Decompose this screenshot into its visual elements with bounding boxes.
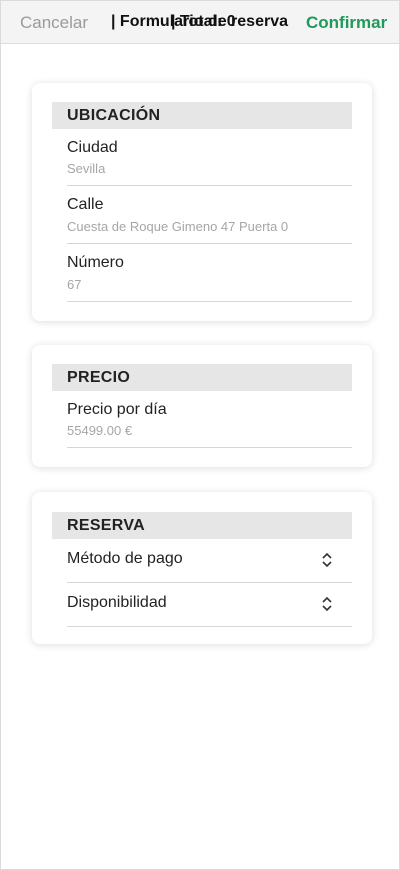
disponibilidad-label: Disponibilidad	[67, 594, 167, 611]
calle-value: Cuesta de Roque Gimeno 47 Puerta 0	[67, 219, 289, 234]
ubicacion-card: UBICACIÓN Ciudad Sevilla Calle Cuesta de…	[32, 83, 372, 321]
total-title: | Total: 0	[171, 13, 236, 30]
nav-bar: Cancelar | Formulario de reserva | Total…	[1, 1, 399, 44]
numero-value: 67	[67, 277, 82, 292]
cancel-button[interactable]: Cancelar	[20, 13, 88, 33]
confirm-button[interactable]: Confirmar	[306, 13, 387, 33]
calle-field[interactable]: Calle Cuesta de Roque Gimeno 47 Puerta 0	[67, 186, 352, 244]
calle-label: Calle	[67, 196, 104, 213]
chevron-up-down-icon	[322, 596, 332, 612]
ciudad-label: Ciudad	[67, 139, 118, 156]
precio-card: PRECIO Precio por día 55499.00 €	[32, 345, 372, 467]
precio-por-dia-field[interactable]: Precio por día 55499.00 €	[67, 397, 352, 448]
reserva-heading: RESERVA	[67, 517, 145, 534]
precio-por-dia-label: Precio por día	[67, 401, 167, 418]
reserva-card: RESERVA Método de pago Disponibilidad	[32, 492, 372, 644]
ciudad-value: Sevilla	[67, 161, 106, 176]
numero-label: Número	[67, 254, 124, 271]
precio-heading: PRECIO	[67, 369, 131, 386]
disponibilidad-select[interactable]: Disponibilidad	[67, 582, 352, 627]
numero-field[interactable]: Número 67	[67, 244, 352, 302]
ciudad-field[interactable]: Ciudad Sevilla	[67, 135, 352, 186]
ubicacion-header: UBICACIÓN	[52, 102, 352, 129]
reserva-header: RESERVA	[52, 512, 352, 539]
chevron-up-down-icon	[322, 552, 332, 568]
precio-header: PRECIO	[52, 364, 352, 391]
precio-por-dia-value: 55499.00 €	[67, 423, 133, 438]
metodo-de-pago-select[interactable]: Método de pago	[67, 538, 352, 583]
ubicacion-heading: UBICACIÓN	[67, 107, 161, 124]
metodo-de-pago-label: Método de pago	[67, 550, 183, 567]
